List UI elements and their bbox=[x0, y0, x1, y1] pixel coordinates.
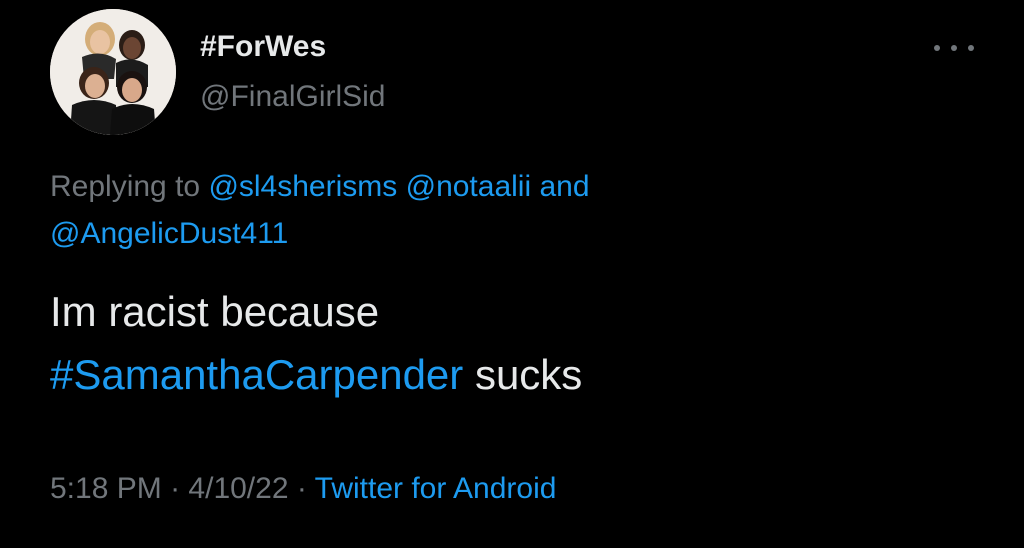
tweet-text-suffix: sucks bbox=[474, 351, 583, 398]
tweet-metadata: 5:18 PM · 4/10/22 · Twitter for Android bbox=[50, 472, 556, 506]
tweet-date[interactable]: 4/10/22 bbox=[188, 472, 288, 505]
replying-to: Replying to @sl4sherisms @notaalii and @… bbox=[50, 163, 950, 257]
tweet-time[interactable]: 5:18 PM bbox=[50, 472, 162, 505]
more-horizontal-icon-dot bbox=[951, 45, 957, 51]
meta-separator: · bbox=[296, 472, 307, 505]
more-options-button[interactable] bbox=[934, 36, 974, 60]
tweet[interactable]: #ForWes @FinalGirlSid Replying to @sl4sh… bbox=[0, 0, 1024, 548]
more-horizontal-icon bbox=[934, 45, 940, 51]
user-handle[interactable]: @FinalGirlSid bbox=[200, 80, 386, 114]
tweet-text: Im racist because #SamanthaCarpender suc… bbox=[50, 280, 990, 406]
meta-separator: · bbox=[170, 472, 181, 505]
display-name[interactable]: #ForWes bbox=[200, 30, 326, 64]
mention-link[interactable]: @notaalii bbox=[406, 170, 532, 203]
hashtag-link[interactable]: #SamanthaCarpender bbox=[50, 351, 463, 398]
avatar-photo bbox=[50, 9, 176, 135]
mention-link[interactable]: @AngelicDust411 bbox=[50, 217, 288, 250]
replying-prefix: Replying to bbox=[50, 170, 201, 203]
more-horizontal-icon-dot bbox=[968, 45, 974, 51]
tweet-text-line: Im racist because bbox=[50, 288, 380, 335]
tweet-source-link[interactable]: Twitter for Android bbox=[315, 472, 557, 505]
replying-conjunction[interactable]: and bbox=[539, 170, 589, 203]
mention-link[interactable]: @sl4sherisms bbox=[208, 170, 397, 203]
avatar[interactable] bbox=[50, 9, 176, 135]
